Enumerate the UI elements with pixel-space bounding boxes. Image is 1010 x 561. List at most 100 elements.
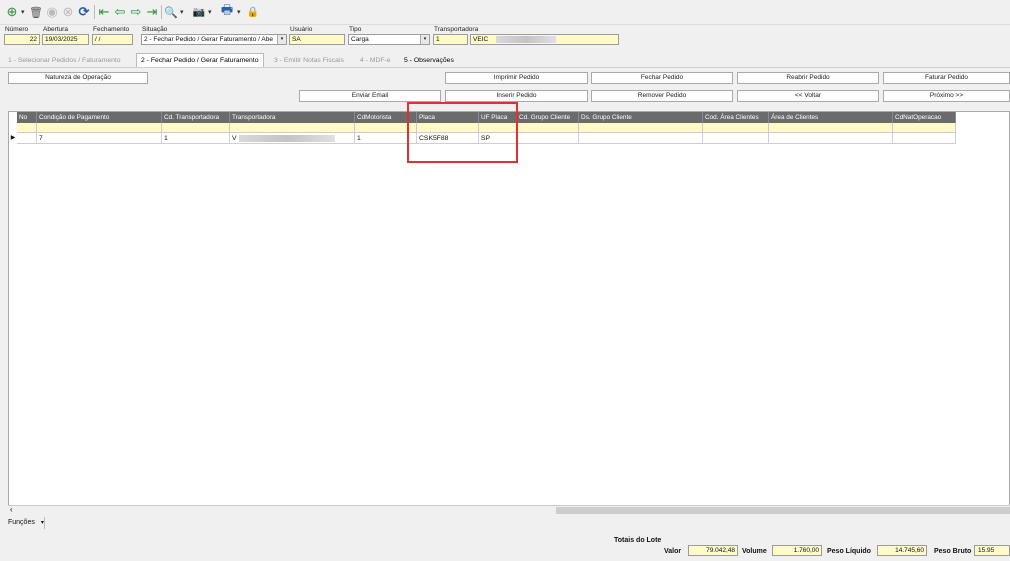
cell-cd-grupo-cliente[interactable] bbox=[517, 133, 579, 144]
volume-label: Volume bbox=[742, 548, 767, 555]
row-indicator-icon[interactable]: ▶ bbox=[9, 133, 17, 144]
toolbar-separator bbox=[94, 5, 95, 19]
redacted-block bbox=[495, 35, 556, 43]
horizontal-scrollbar[interactable]: ‹ bbox=[8, 505, 1010, 515]
voltar-button[interactable]: << Voltar bbox=[737, 90, 879, 102]
valor-label: Valor bbox=[664, 548, 682, 555]
transportadora-name: VEIC bbox=[473, 36, 489, 43]
add-circle-icon[interactable]: ⊕ bbox=[4, 4, 20, 20]
cell-cdnatoperacao[interactable] bbox=[893, 133, 956, 144]
printer-dropdown-caret[interactable]: ▾ bbox=[237, 8, 241, 16]
tab-bar: 1 - Selecionar Pedidos / Faturamento 2 -… bbox=[0, 53, 1010, 68]
transportadora-code-field[interactable]: 1 bbox=[433, 34, 468, 45]
tipo-label: Tipo bbox=[349, 26, 362, 33]
peso-liquido-label: Peso Líquido bbox=[827, 548, 871, 555]
abertura-label: Abertura bbox=[43, 26, 68, 33]
cell-transportadora[interactable]: V bbox=[230, 133, 355, 144]
filter-cell[interactable] bbox=[703, 123, 769, 133]
transportadora-label: Transportadora bbox=[434, 26, 479, 33]
faturar-pedido-button[interactable]: Faturar Pedido bbox=[883, 72, 1010, 84]
peso-bruto-field: 15.95 bbox=[974, 545, 1010, 556]
imprimir-pedido-button[interactable]: Imprimir Pedido bbox=[445, 72, 588, 84]
inserir-pedido-button[interactable]: Inserir Pedido bbox=[445, 90, 588, 102]
filter-cell[interactable] bbox=[230, 123, 355, 133]
add-dropdown-caret[interactable]: ▾ bbox=[21, 8, 25, 16]
column-header-cod-area-clientes[interactable]: Cod. Área Clientes bbox=[703, 112, 769, 123]
funcoes-menu[interactable]: Funções ▾ bbox=[8, 519, 44, 526]
filter-cell[interactable] bbox=[579, 123, 703, 133]
numero-field[interactable]: 22 bbox=[4, 34, 40, 45]
back-arrow-icon[interactable]: ⇦ bbox=[113, 4, 127, 20]
chevron-down-icon[interactable]: ▾ bbox=[277, 35, 286, 44]
tipo-value: Carga bbox=[351, 36, 369, 43]
fechamento-label: Fechamento bbox=[93, 26, 130, 33]
divider bbox=[44, 517, 45, 529]
abertura-field[interactable]: 19/03/2025 bbox=[42, 34, 89, 45]
fechamento-field[interactable]: / / bbox=[92, 34, 133, 45]
trash-icon[interactable]: 🗑 bbox=[29, 4, 43, 20]
enviar-email-button[interactable]: Enviar Email bbox=[299, 90, 441, 102]
reabrir-pedido-button[interactable]: Reabrir Pedido bbox=[737, 72, 879, 84]
situacao-select[interactable]: 2 - Fechar Pedido / Gerar Faturamento / … bbox=[141, 34, 287, 45]
tab-emitir-notas[interactable]: 3 - Emitir Notas Fiscais bbox=[270, 54, 348, 67]
usuario-field[interactable]: SA bbox=[289, 34, 345, 45]
transportadora-name-field[interactable]: VEIC bbox=[470, 34, 619, 45]
tab-mdfe[interactable]: 4 - MDF-e bbox=[356, 54, 395, 67]
transportadora-text: V bbox=[232, 135, 237, 142]
chevron-down-icon[interactable]: ▾ bbox=[420, 35, 429, 44]
lock-icon[interactable]: 🔒 bbox=[246, 4, 260, 20]
peso-liquido-field: 14.745,60 bbox=[877, 545, 927, 556]
column-header-area-clientes[interactable]: Área de Clientes bbox=[769, 112, 893, 123]
tipo-select[interactable]: Carga ▾ bbox=[348, 34, 430, 45]
situacao-label: Situação bbox=[142, 26, 168, 33]
search-icon[interactable]: 🔍 bbox=[164, 4, 178, 20]
cell-condicao-pagamento[interactable]: 7 bbox=[37, 133, 162, 144]
filter-cell[interactable] bbox=[893, 123, 956, 133]
column-header-ds-grupo-cliente[interactable]: Ds. Grupo Cliente bbox=[579, 112, 703, 123]
filter-cell[interactable] bbox=[162, 123, 230, 133]
column-header-cd-grupo-cliente[interactable]: Cd. Grupo Cliente bbox=[517, 112, 579, 123]
tab-selecionar-pedidos[interactable]: 1 - Selecionar Pedidos / Faturamento bbox=[4, 54, 125, 67]
cell-cd-transportadora[interactable]: 1 bbox=[162, 133, 230, 144]
refresh-icon[interactable]: ⟳ bbox=[77, 4, 91, 20]
column-header-cd-transportadora[interactable]: Cd. Transportadora bbox=[162, 112, 230, 123]
toolbar: ⊕ ▾ 🗑 ◉ ⊗ ⟳ ⇤ ⇦ ⇨ ⇥ 🔍 ▾ 📷 ▾ 🖶 ▾ 🔒 bbox=[0, 0, 1010, 25]
filter-cell[interactable] bbox=[37, 123, 162, 133]
scrollbar-thumb[interactable] bbox=[556, 507, 1010, 514]
valor-field: 79.042,48 bbox=[688, 545, 738, 556]
tab-fechar-pedido[interactable]: 2 - Fechar Pedido / Gerar Faturamento bbox=[136, 53, 264, 67]
numero-label: Número bbox=[5, 26, 29, 33]
remover-pedido-button[interactable]: Remover Pedido bbox=[591, 90, 733, 102]
forward-arrow-icon[interactable]: ⇨ bbox=[129, 4, 143, 20]
cell-cod-area-clientes[interactable] bbox=[703, 133, 769, 144]
filter-cell[interactable] bbox=[17, 123, 37, 133]
totais-lote-label: Totais do Lote bbox=[614, 537, 662, 544]
usuario-label: Usuário bbox=[290, 26, 313, 33]
cell-area-clientes[interactable] bbox=[769, 133, 893, 144]
camera-dropdown-caret[interactable]: ▾ bbox=[208, 8, 212, 16]
peso-bruto-label: Peso Bruto bbox=[934, 548, 972, 555]
camera-icon[interactable]: 📷 bbox=[192, 4, 206, 20]
cell-no[interactable] bbox=[17, 133, 37, 144]
column-header-no[interactable]: No bbox=[17, 112, 37, 123]
pedidos-grid[interactable]: No Condição de Pagamento Cd. Transportad… bbox=[8, 111, 1010, 514]
search-dropdown-caret[interactable]: ▾ bbox=[180, 8, 184, 16]
scroll-left-icon[interactable]: ‹ bbox=[10, 505, 13, 514]
filter-cell[interactable] bbox=[769, 123, 893, 133]
first-record-icon[interactable]: ⇤ bbox=[97, 4, 111, 20]
fechar-pedido-button[interactable]: Fechar Pedido bbox=[591, 72, 733, 84]
cell-ds-grupo-cliente[interactable] bbox=[579, 133, 703, 144]
cancel-circle-icon: ⊗ bbox=[62, 4, 74, 19]
printer-icon[interactable]: 🖶 bbox=[219, 2, 235, 20]
last-record-icon[interactable]: ⇥ bbox=[145, 4, 159, 20]
natureza-operacao-button[interactable]: Natureza de Operação bbox=[8, 72, 148, 84]
column-header-transportadora[interactable]: Transportadora bbox=[230, 112, 355, 123]
column-header-cdnatoperacao[interactable]: CdNatOperacao bbox=[893, 112, 956, 123]
redacted-block bbox=[238, 134, 335, 142]
highlight-annotation bbox=[407, 102, 518, 163]
proximo-button[interactable]: Próximo >> bbox=[883, 90, 1010, 102]
filter-cell[interactable] bbox=[517, 123, 579, 133]
column-header-condicao-pagamento[interactable]: Condição de Pagamento bbox=[37, 112, 162, 123]
tab-observacoes[interactable]: 5 - Observações bbox=[400, 54, 458, 67]
funcoes-label: Funções bbox=[8, 519, 35, 526]
